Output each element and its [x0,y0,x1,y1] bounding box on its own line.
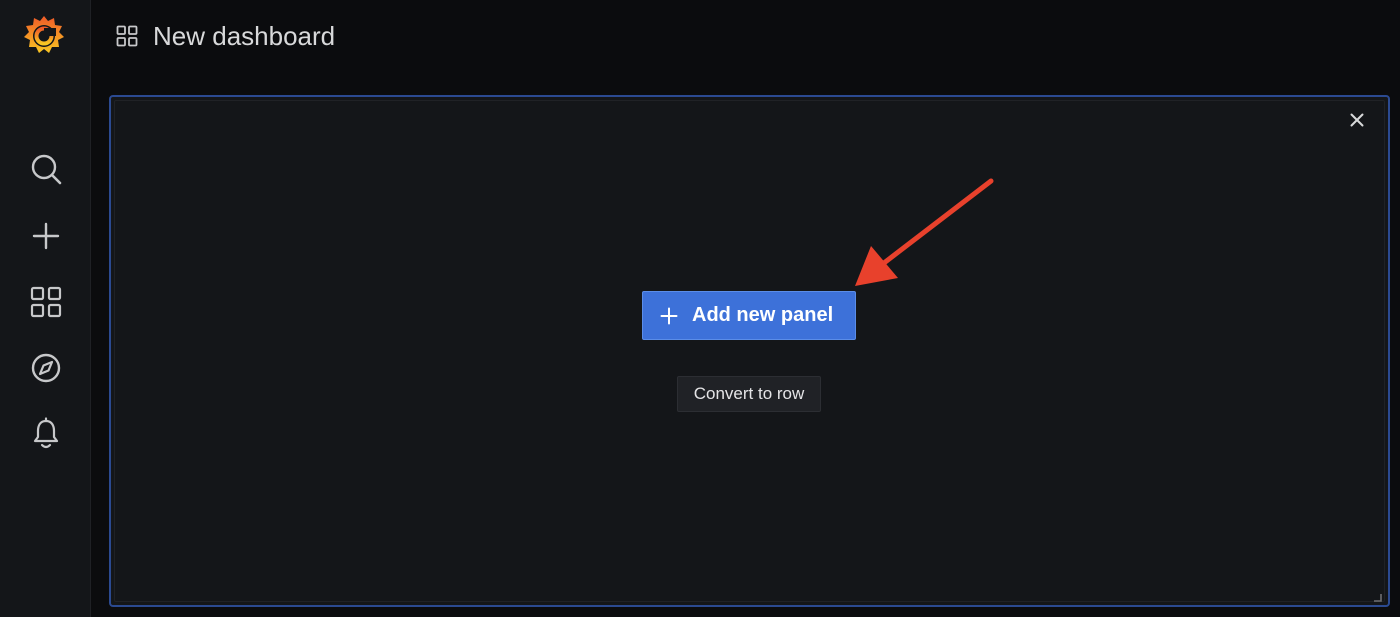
plus-icon [32,222,60,250]
close-panel-button[interactable] [1346,109,1368,131]
bell-icon [33,417,59,449]
page-title[interactable]: New dashboard [153,18,335,54]
plus-icon [658,305,680,327]
dashboards-grid-icon [30,286,62,318]
convert-to-row-button[interactable]: Convert to row [677,376,821,412]
dashboard-header: New dashboard [91,0,1400,76]
sidebar-item-alerting[interactable] [27,415,65,453]
panel-body [114,100,1385,602]
compass-icon [31,353,61,383]
sidebar [0,0,91,617]
sidebar-item-dashboards[interactable] [27,283,65,321]
sidebar-item-explore[interactable] [27,349,65,387]
grafana-logo-icon [24,16,64,53]
close-icon [1350,113,1364,127]
grafana-app: New dashboard Add new panel Convert to r… [0,0,1400,617]
dashboard-grid-icon [116,25,138,47]
add-new-panel-label: Add new panel [692,304,834,326]
add-new-panel-button[interactable]: Add new panel [642,291,856,340]
new-panel-placeholder: Add new panel Convert to row [109,95,1390,607]
sidebar-item-search[interactable] [27,150,65,188]
search-icon [31,154,62,185]
sidebar-item-create[interactable] [27,217,65,255]
grafana-logo[interactable] [22,12,66,58]
resize-handle[interactable] [1372,589,1382,602]
